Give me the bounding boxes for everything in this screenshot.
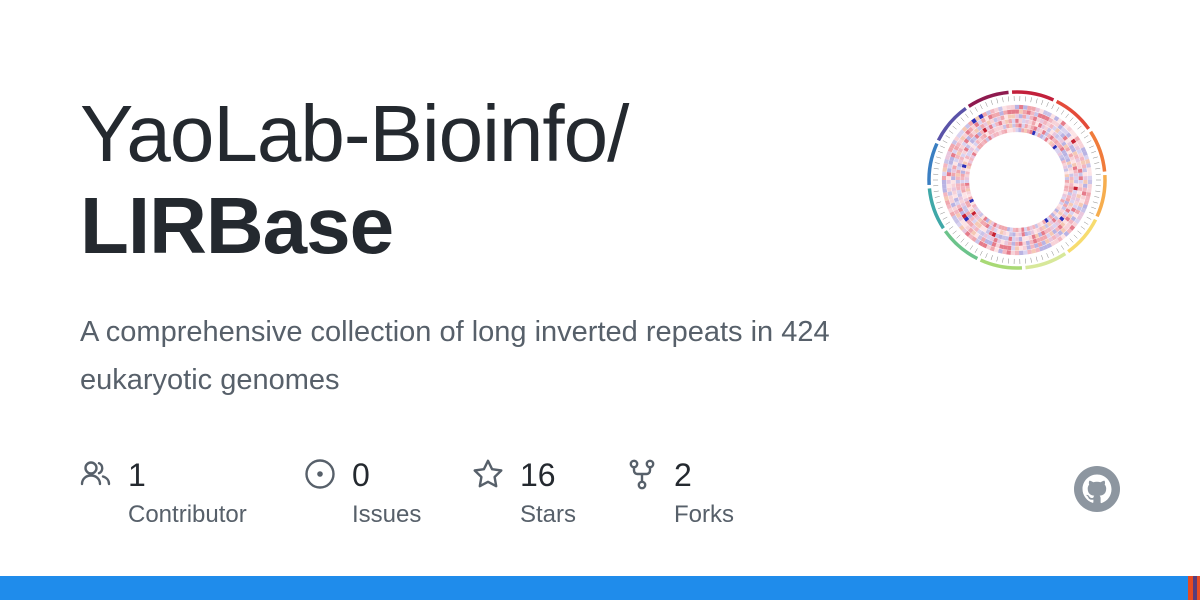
star-icon: [473, 459, 503, 488]
stars-label: Stars: [520, 501, 577, 528]
repo-name: LIRBase: [80, 181, 394, 270]
fork-icon: [629, 459, 655, 490]
repo-owner: YaoLab-Bioinfo/: [80, 89, 629, 178]
issue-circle-icon: [305, 459, 335, 489]
issues-count: 0: [352, 457, 370, 493]
stat-contributors: 1 Contributor: [80, 455, 300, 545]
stars-count: 16: [520, 457, 556, 493]
forks-label: Forks: [674, 501, 734, 528]
people-icon: [80, 461, 111, 486]
repo-avatar-circos-plot: [915, 82, 1120, 278]
issues-label: Issues: [352, 501, 422, 528]
language-bar: [0, 576, 1200, 600]
language-bar-segment-primary: [0, 576, 1188, 600]
repo-title: YaoLab-Bioinfo/ LIRBase: [80, 88, 629, 272]
repo-social-card: YaoLab-Bioinfo/ LIRBase A comprehensive …: [0, 0, 1200, 600]
contributors-count: 1: [128, 457, 146, 493]
repo-description: A comprehensive collection of long inver…: [80, 316, 830, 396]
contributors-label: Contributor: [128, 501, 247, 528]
forks-count: 2: [674, 457, 692, 493]
stat-forks: 2 Forks: [626, 455, 846, 545]
circos-plot-image: [927, 90, 1107, 270]
github-octocat-icon: [1074, 466, 1120, 512]
